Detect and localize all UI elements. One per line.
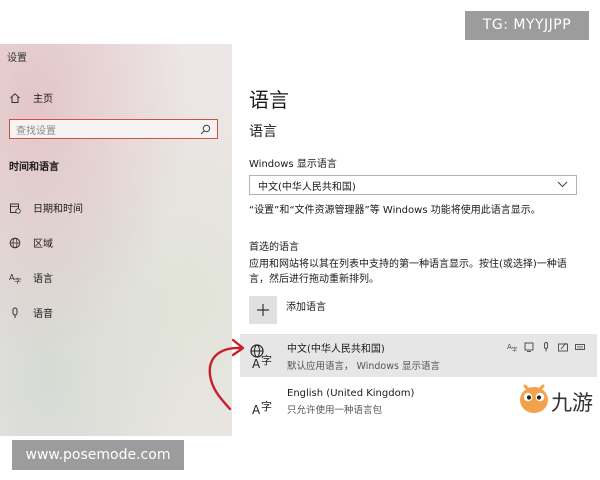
svg-text:字: 字 bbox=[512, 346, 518, 352]
preferred-languages-desc: 应用和网站将以其在列表中支持的第一种语言显示。按住(或选择)一种语言，然后进行拖… bbox=[249, 259, 567, 285]
sidebar-item-label: 日期和时间 bbox=[33, 204, 83, 215]
preferred-languages-title: 首选的语言 bbox=[249, 242, 299, 253]
chevron-down-icon bbox=[557, 180, 568, 191]
add-language-button[interactable]: 添加语言 bbox=[249, 296, 326, 324]
text-to-speech-feature-icon bbox=[524, 342, 534, 352]
search-icon[interactable] bbox=[200, 120, 211, 139]
sidebar-item-region[interactable]: 区域 bbox=[9, 235, 53, 250]
display-language-label: Windows 显示语言 bbox=[249, 159, 337, 170]
annotation-arrow-icon bbox=[208, 338, 245, 411]
settings-nav-pane: 设置 主页 查找设置 时间和语言 日期和时间 区域 A 字 语言 语音 bbox=[0, 44, 232, 436]
nav-home-label: 主页 bbox=[33, 94, 53, 105]
display-language-note: “设置”和“文件资源管理器”等 Windows 功能将使用此语言显示。 bbox=[249, 205, 541, 216]
section-title: 语言 bbox=[249, 124, 277, 140]
language-icon: A字 bbox=[9, 272, 21, 284]
sidebar-item-label: 语言 bbox=[33, 274, 53, 285]
page-title: 语言 bbox=[249, 88, 289, 112]
watermark-brand-text: 九游 bbox=[551, 391, 593, 415]
display-language-feature-icon: A字 bbox=[507, 342, 517, 352]
search-input[interactable]: 查找设置 bbox=[9, 119, 218, 139]
jiuyou-logo-icon bbox=[520, 384, 548, 413]
sidebar-item-speech[interactable]: 语音 bbox=[9, 305, 53, 320]
language-name: English (United Kingdom) bbox=[287, 387, 415, 399]
display-language-value: 中文(中华人民共和国) bbox=[258, 181, 356, 193]
language-status: 默认应用语言， Windows 显示语言 bbox=[287, 360, 440, 372]
home-icon bbox=[9, 92, 21, 104]
speech-feature-icon bbox=[541, 342, 551, 352]
microphone-icon bbox=[9, 307, 21, 319]
language-status: 只允许使用一种语言包 bbox=[287, 404, 383, 416]
svg-text:字: 字 bbox=[261, 353, 272, 367]
settings-screenshot: TG: MYYJJPP 设置 主页 查找设置 时间和语言 日期和时间 区域 A … bbox=[0, 0, 600, 480]
sidebar-item-label: 语音 bbox=[33, 309, 53, 320]
sidebar-item-language[interactable]: A字 语言 bbox=[9, 270, 53, 286]
svg-text:字: 字 bbox=[14, 276, 21, 284]
sidebar-item-date-time[interactable]: 日期和时间 bbox=[9, 200, 83, 215]
display-language-select[interactable]: 中文(中华人民共和国) bbox=[249, 175, 577, 195]
handwriting-feature-icon bbox=[558, 342, 568, 352]
nav-section-title: 时间和语言 bbox=[9, 162, 59, 173]
search-placeholder: 查找设置 bbox=[16, 125, 56, 137]
window-title: 设置 bbox=[7, 53, 27, 64]
language-features: A字 bbox=[507, 342, 585, 352]
language-name: 中文(中华人民共和国) bbox=[287, 343, 385, 355]
add-language-label: 添加语言 bbox=[286, 302, 326, 313]
language-item-chinese[interactable]: A 字 中文(中华人民共和国) 默认应用语言， Windows 显示语言 A字 bbox=[240, 334, 597, 377]
sidebar-item-label: 区域 bbox=[33, 239, 53, 250]
nav-home[interactable]: 主页 bbox=[9, 90, 53, 105]
svg-text:字: 字 bbox=[261, 399, 272, 413]
language-settings-page: 语言 语言 Windows 显示语言 中文(中华人民共和国) “设置”和“文件资… bbox=[240, 0, 600, 436]
watermark-site: www.posemode.com bbox=[12, 440, 184, 470]
watermark-brand: 九游 bbox=[515, 380, 600, 420]
calendar-icon bbox=[9, 202, 21, 214]
keyboard-feature-icon bbox=[575, 342, 585, 352]
plus-icon bbox=[249, 296, 277, 324]
globe-icon bbox=[9, 237, 21, 249]
